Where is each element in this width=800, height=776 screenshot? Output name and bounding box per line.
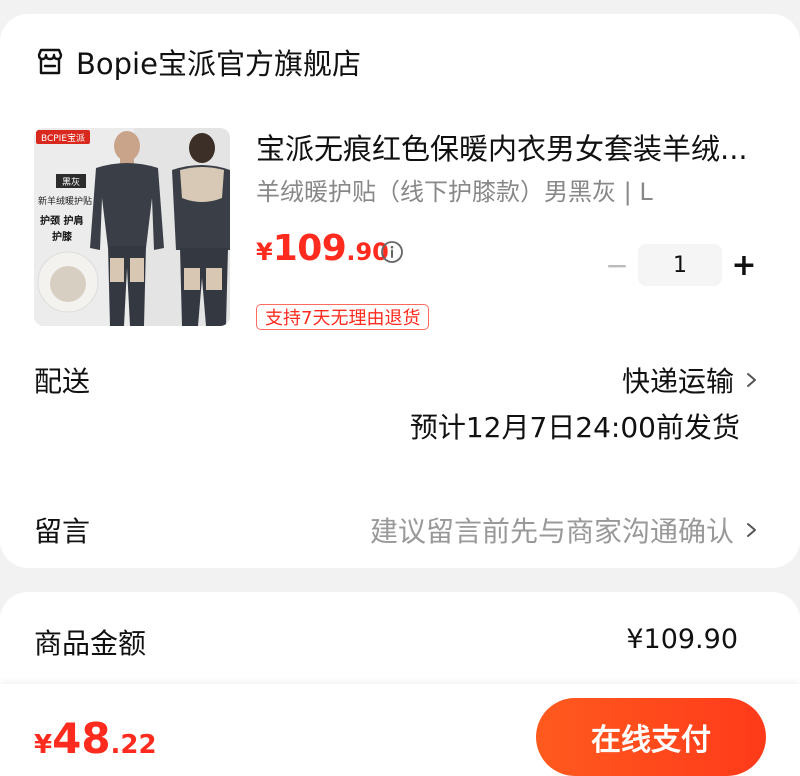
product-title[interactable]: 宝派无痕红色保暖内衣男女套装羊绒... xyxy=(256,126,766,168)
note-field[interactable]: 建议留言前先与商家沟通确认 xyxy=(370,510,760,550)
image-text-3: 护膝 xyxy=(52,230,73,243)
return-policy-badge: 支持7天无理由退货 xyxy=(256,304,430,330)
increase-button[interactable]: + xyxy=(722,244,766,286)
image-brand-text: BCPIE宝派 xyxy=(41,132,85,144)
goods-amount-label: 商品金额 xyxy=(34,627,147,660)
delivery-method-selector[interactable]: 快递运输 xyxy=(622,360,760,400)
chevron-right-icon xyxy=(747,373,756,387)
product-image[interactable]: BCPIE宝派 黑灰 新羊绒暖护贴 护颈 护肩 护膝 xyxy=(34,128,230,326)
quantity-stepper: − 1 + xyxy=(600,244,766,286)
delivery-method: 快递运输 xyxy=(621,365,734,398)
info-icon[interactable] xyxy=(380,240,404,264)
decrease-button[interactable]: − xyxy=(600,244,634,286)
image-text-2: 护颈 护肩 xyxy=(40,214,83,227)
note-placeholder: 建议留言前先与商家沟通确认 xyxy=(369,515,734,548)
chevron-right-icon xyxy=(747,523,756,537)
shop-header[interactable]: Bopie宝派官方旗舰店 xyxy=(34,44,361,81)
price-symbol: ¥ xyxy=(256,238,273,266)
total-symbol: ¥ xyxy=(34,730,53,760)
image-text-1: 新羊绒暖护贴 xyxy=(38,195,92,207)
delivery-estimate: 预计12月7日24:00前发货 xyxy=(409,411,740,444)
quantity-input[interactable]: 1 xyxy=(638,244,722,286)
price-integer: 109 xyxy=(272,228,347,269)
total-integer: 48 xyxy=(52,714,111,763)
store-icon xyxy=(37,48,63,75)
delivery-label: 配送 xyxy=(34,365,91,398)
goods-amount-value: ¥109.90 xyxy=(626,624,738,655)
total-decimal: .22 xyxy=(110,730,157,760)
pay-online-button[interactable]: 在线支付 xyxy=(536,698,766,776)
image-tag-text: 黑灰 xyxy=(62,176,80,188)
product-sku[interactable]: 羊绒暖护贴（线下护膝款）男黑灰 | L xyxy=(256,172,653,207)
total-price: ¥ 48 .22 xyxy=(34,714,157,763)
note-label: 留言 xyxy=(34,515,91,548)
product-price: ¥ 109 .90 xyxy=(256,228,389,269)
shop-name: Bopie宝派官方旗舰店 xyxy=(76,47,361,81)
